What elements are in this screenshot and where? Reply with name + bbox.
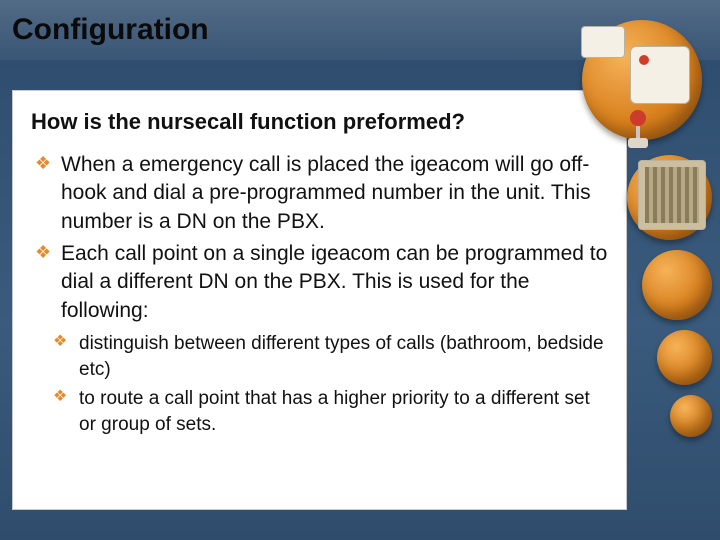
bullet-item: distinguish between different types of c… xyxy=(51,331,608,382)
bullet-item: Each call point on a single igeacom can … xyxy=(31,240,608,325)
decor-circle-icon xyxy=(670,395,712,437)
device-illustration-icon xyxy=(581,26,625,58)
decor-circle-icon xyxy=(657,330,712,385)
slide: Configuration How is the nursecall funct… xyxy=(0,0,720,540)
bullet-item: When a emergency call is placed the igea… xyxy=(31,151,608,236)
bullet-list-level2: distinguish between different types of c… xyxy=(31,331,608,438)
slide-title: Configuration xyxy=(12,13,209,47)
bullet-item: to route a call point that has a higher … xyxy=(51,386,608,437)
decor-circle-icon xyxy=(642,250,712,320)
content-panel: How is the nursecall function preformed?… xyxy=(12,90,627,510)
content-subheading: How is the nursecall function preformed? xyxy=(31,109,608,135)
bullet-list-level1: When a emergency call is placed the igea… xyxy=(31,151,608,325)
device-illustration-icon xyxy=(638,160,706,230)
device-illustration-icon xyxy=(630,46,690,104)
joystick-icon xyxy=(628,110,648,144)
